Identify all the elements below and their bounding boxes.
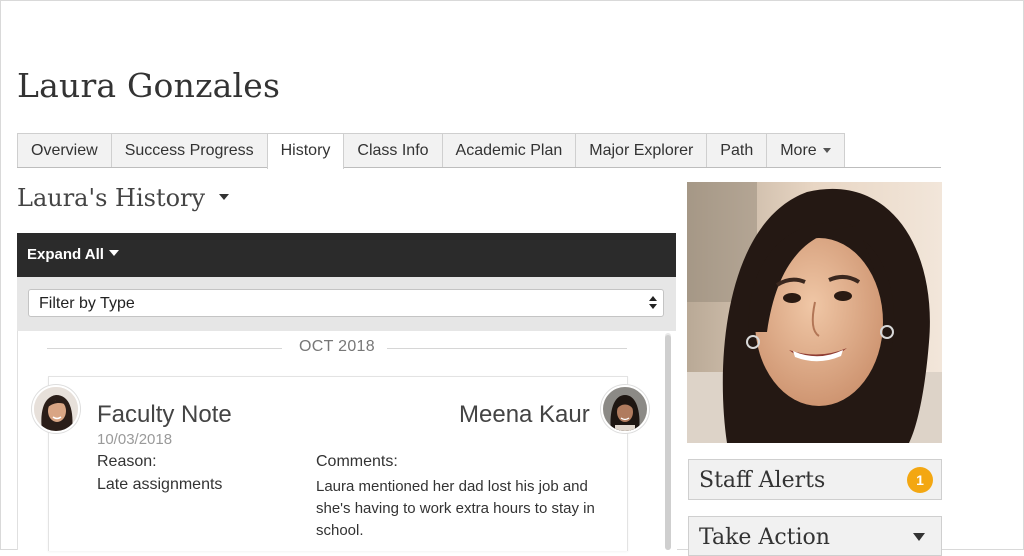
tab-overview[interactable]: Overview xyxy=(17,133,112,167)
student-name: Laura Gonzales xyxy=(17,66,281,105)
reason-label: Reason: xyxy=(97,453,157,470)
filter-by-type-select[interactable]: Filter by Type xyxy=(28,289,664,317)
history-toolbar: Expand All xyxy=(17,233,676,277)
student-photo xyxy=(687,182,942,443)
select-arrows-icon xyxy=(649,296,657,312)
comments-label: Comments: xyxy=(316,453,398,470)
caret-down-icon xyxy=(108,250,119,257)
tab-label: Major Explorer xyxy=(589,142,694,159)
filter-bar: Filter by Type xyxy=(17,277,676,331)
history-heading-label: Laura's History xyxy=(17,184,206,212)
tab-academic-plan[interactable]: Academic Plan xyxy=(441,133,577,167)
expand-all-label: Expand All xyxy=(27,246,104,263)
staff-alerts-label: Staff Alerts xyxy=(699,468,826,493)
month-label: OCT 2018 xyxy=(299,338,375,355)
tab-label: Path xyxy=(720,142,754,159)
tab-history[interactable]: History xyxy=(266,133,345,169)
staff-alerts-count-badge: 1 xyxy=(907,467,933,493)
expand-all-button[interactable]: Expand All xyxy=(27,233,119,277)
tab-label: Class Info xyxy=(357,142,429,159)
tab-more[interactable]: More xyxy=(766,133,845,167)
filter-select-value: Filter by Type xyxy=(39,295,135,312)
tab-path[interactable]: Path xyxy=(706,133,768,167)
tab-success-progress[interactable]: Success Progress xyxy=(110,133,268,167)
note-date: 10/03/2018 xyxy=(97,431,173,448)
caret-down-icon xyxy=(822,148,831,154)
caret-down-icon xyxy=(913,533,925,541)
tab-major-explorer[interactable]: Major Explorer xyxy=(575,133,708,167)
tab-label: Success Progress xyxy=(124,142,254,159)
comments-value: Laura mentioned her dad lost his job and… xyxy=(316,478,595,539)
note-type: Faculty Note xyxy=(97,401,232,428)
student-avatar xyxy=(32,385,80,433)
tab-label: Academic Plan xyxy=(455,142,563,159)
feed-scrollbar-thumb[interactable] xyxy=(665,335,671,550)
month-divider: OCT 2018 xyxy=(47,338,627,358)
tab-label: Overview xyxy=(31,142,98,159)
staff-alerts-panel[interactable]: Staff Alerts 1 xyxy=(688,459,942,500)
caret-down-icon xyxy=(219,193,230,200)
tab-label: More xyxy=(780,142,817,159)
history-heading[interactable]: Laura's History xyxy=(17,184,230,212)
note-author: Meena Kaur xyxy=(459,401,590,428)
take-action-label: Take Action xyxy=(699,525,830,550)
tab-label: History xyxy=(280,142,331,159)
profile-tabs: Overview Success Progress History Class … xyxy=(17,133,941,169)
take-action-panel[interactable]: Take Action xyxy=(688,516,942,556)
reason-value: Late assignments xyxy=(97,476,223,493)
tab-class-info[interactable]: Class Info xyxy=(343,133,443,167)
staff-avatar xyxy=(601,385,649,433)
